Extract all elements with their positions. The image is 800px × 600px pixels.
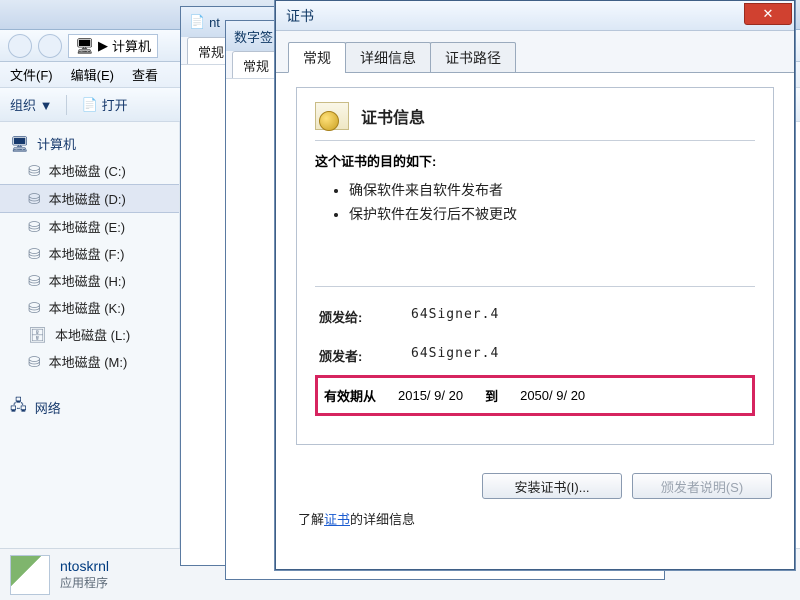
tab-general[interactable]: 常规 <box>232 51 280 78</box>
dialog-body: 证书信息 这个证书的目的如下: 确保软件来自软件发布者 保护软件在发行后不被更改… <box>276 73 794 459</box>
certificate-icon <box>315 102 349 130</box>
tree-drive-item[interactable]: ⛁ 本地磁盘 (K:) <box>0 294 179 321</box>
status-thumbnail-icon <box>10 555 50 595</box>
status-filename: ntoskrnl <box>60 558 109 574</box>
tab-general[interactable]: 常规 <box>288 42 346 73</box>
dialog-tab-strip: 常规 详细信息 证书路径 <box>276 31 794 73</box>
certificate-info-panel: 证书信息 这个证书的目的如下: 确保软件来自软件发布者 保护软件在发行后不被更改… <box>296 87 774 445</box>
valid-from-label: 有效期从 <box>324 386 376 405</box>
tab-cert-path[interactable]: 证书路径 <box>430 42 516 73</box>
organize-button[interactable]: 组织 ▼ <box>10 95 52 114</box>
tree-drive-item[interactable]: ⛁ 本地磁盘 (E:) <box>0 213 179 240</box>
tree-node-network[interactable]: 🖧 网络 <box>0 391 179 424</box>
breadcrumb[interactable]: 🖥 ▶ 计算机 <box>68 34 158 58</box>
drive-label: 本地磁盘 (K:) <box>49 298 126 317</box>
drive-icon: ⛁ <box>28 245 41 263</box>
close-icon: ✕ <box>763 6 774 22</box>
window-title: nt <box>209 15 220 30</box>
drive-icon: ⛁ <box>28 190 41 208</box>
tree-drive-item[interactable]: ⛁ 本地磁盘 (D:) <box>0 184 179 213</box>
computer-icon: 🖥 <box>75 37 94 55</box>
open-icon: 📄 <box>81 97 97 113</box>
tree-node-label: 计算机 <box>37 134 76 153</box>
tree-section-network: 🖧 网络 <box>0 391 179 424</box>
status-text: ntoskrnl 应用程序 <box>60 558 109 591</box>
tree-drive-item[interactable]: ⛁ 本地磁盘 (H:) <box>0 267 179 294</box>
issued-to-value: 64Signer.4 <box>411 307 499 326</box>
nav-back-button[interactable] <box>8 34 32 58</box>
toolbar-separator <box>66 95 67 115</box>
status-filetype: 应用程序 <box>60 574 109 591</box>
tree-node-label: 网络 <box>35 398 61 417</box>
menu-edit[interactable]: 编辑(E) <box>71 65 114 84</box>
issued-to-label: 颁发给: <box>319 307 391 326</box>
window-title: 数字签 <box>234 27 273 46</box>
drive-label: 本地磁盘 (E:) <box>49 217 126 236</box>
dialog-button-row: 安装证书(I)... 颁发者说明(S) <box>276 459 794 505</box>
tree-drive-item[interactable]: ⛁ 本地磁盘 (M:) <box>0 348 179 375</box>
nav-forward-button[interactable] <box>38 34 62 58</box>
tree-drive-item[interactable]: ⛁ 本地磁盘 (C:) <box>0 157 179 184</box>
close-button[interactable]: ✕ <box>744 3 792 25</box>
menu-view[interactable]: 查看 <box>132 65 158 84</box>
validity-row-highlighted: 有效期从 2015/ 9/ 20 到 2050/ 9/ 20 <box>315 375 755 416</box>
breadcrumb-sep: ▶ <box>98 38 108 54</box>
nav-tree: 🖥 计算机 ⛁ 本地磁盘 (C:) ⛁ 本地磁盘 (D:) ⛁ 本地磁盘 (E:) ⛁… <box>0 122 180 548</box>
valid-from-value: 2015/ 9/ 20 <box>398 388 463 403</box>
drive-label: 本地磁盘 (C:) <box>49 161 126 180</box>
tree-node-computer[interactable]: 🖥 计算机 <box>0 130 179 157</box>
computer-icon: 🖥 <box>10 135 29 153</box>
dialog-titlebar[interactable]: 证书 ✕ <box>276 1 794 31</box>
network-icon: 🖧 <box>10 395 27 420</box>
window-icon: 📄 <box>189 14 205 30</box>
issued-by-label: 颁发者: <box>319 346 391 365</box>
dialog-title: 证书 <box>286 6 314 26</box>
breadcrumb-label: 计算机 <box>112 36 151 55</box>
info-heading: 证书信息 <box>361 104 425 128</box>
certificate-fields: 颁发给: 64Signer.4 颁发者: 64Signer.4 有效期从 201… <box>315 286 755 416</box>
purpose-item: 确保软件来自软件发布者 <box>349 178 755 202</box>
install-certificate-button[interactable]: 安装证书(I)... <box>482 473 622 499</box>
purpose-item: 保护软件在发行后不被更改 <box>349 202 755 226</box>
drive-label: 本地磁盘 (D:) <box>49 189 126 208</box>
valid-to-label: 到 <box>485 386 498 405</box>
valid-to-value: 2050/ 9/ 20 <box>520 388 585 403</box>
drive-label: 本地磁盘 (L:) <box>55 325 130 344</box>
issuer-statement-button[interactable]: 颁发者说明(S) <box>632 473 772 499</box>
drive-label: 本地磁盘 (M:) <box>49 352 128 371</box>
drive-icon: ⛁ <box>28 299 41 317</box>
learn-more-line: 了解证书的详细信息 <box>276 505 794 542</box>
drive-icon: ⛁ <box>28 162 41 180</box>
drive-icon: ⛁ <box>28 272 41 290</box>
tree-drive-item[interactable]: ⛁ 本地磁盘 (F:) <box>0 240 179 267</box>
open-label: 打开 <box>102 95 128 114</box>
drive-icon: ⛁ <box>28 353 41 371</box>
drive-icon: ⛁ <box>28 218 41 236</box>
issued-by-row: 颁发者: 64Signer.4 <box>315 336 755 375</box>
tree-section-computer: 🖥 计算机 ⛁ 本地磁盘 (C:) ⛁ 本地磁盘 (D:) ⛁ 本地磁盘 (E:) ⛁… <box>0 130 179 375</box>
issued-by-value: 64Signer.4 <box>411 346 499 365</box>
purpose-list: 确保软件来自软件发布者 保护软件在发行后不被更改 <box>315 178 755 226</box>
learn-suffix: 的详细信息 <box>350 512 415 527</box>
menu-file[interactable]: 文件(F) <box>10 65 53 84</box>
learn-prefix: 了解 <box>298 512 324 527</box>
drive-icon: 🗄 <box>28 326 47 344</box>
certificate-dialog: 证书 ✕ 常规 详细信息 证书路径 证书信息 这个证书的目的如下: 确保软件来自… <box>275 0 795 570</box>
info-header: 证书信息 <box>315 102 755 141</box>
purpose-heading: 这个证书的目的如下: <box>315 151 755 170</box>
issued-to-row: 颁发给: 64Signer.4 <box>315 297 755 336</box>
tree-drive-item[interactable]: 🗄 本地磁盘 (L:) <box>0 321 179 348</box>
learn-certificate-link[interactable]: 证书 <box>324 512 350 527</box>
tab-details[interactable]: 详细信息 <box>345 42 431 73</box>
drive-label: 本地磁盘 (H:) <box>49 271 126 290</box>
open-button[interactable]: 📄 打开 <box>81 95 127 114</box>
drive-label: 本地磁盘 (F:) <box>49 244 125 263</box>
